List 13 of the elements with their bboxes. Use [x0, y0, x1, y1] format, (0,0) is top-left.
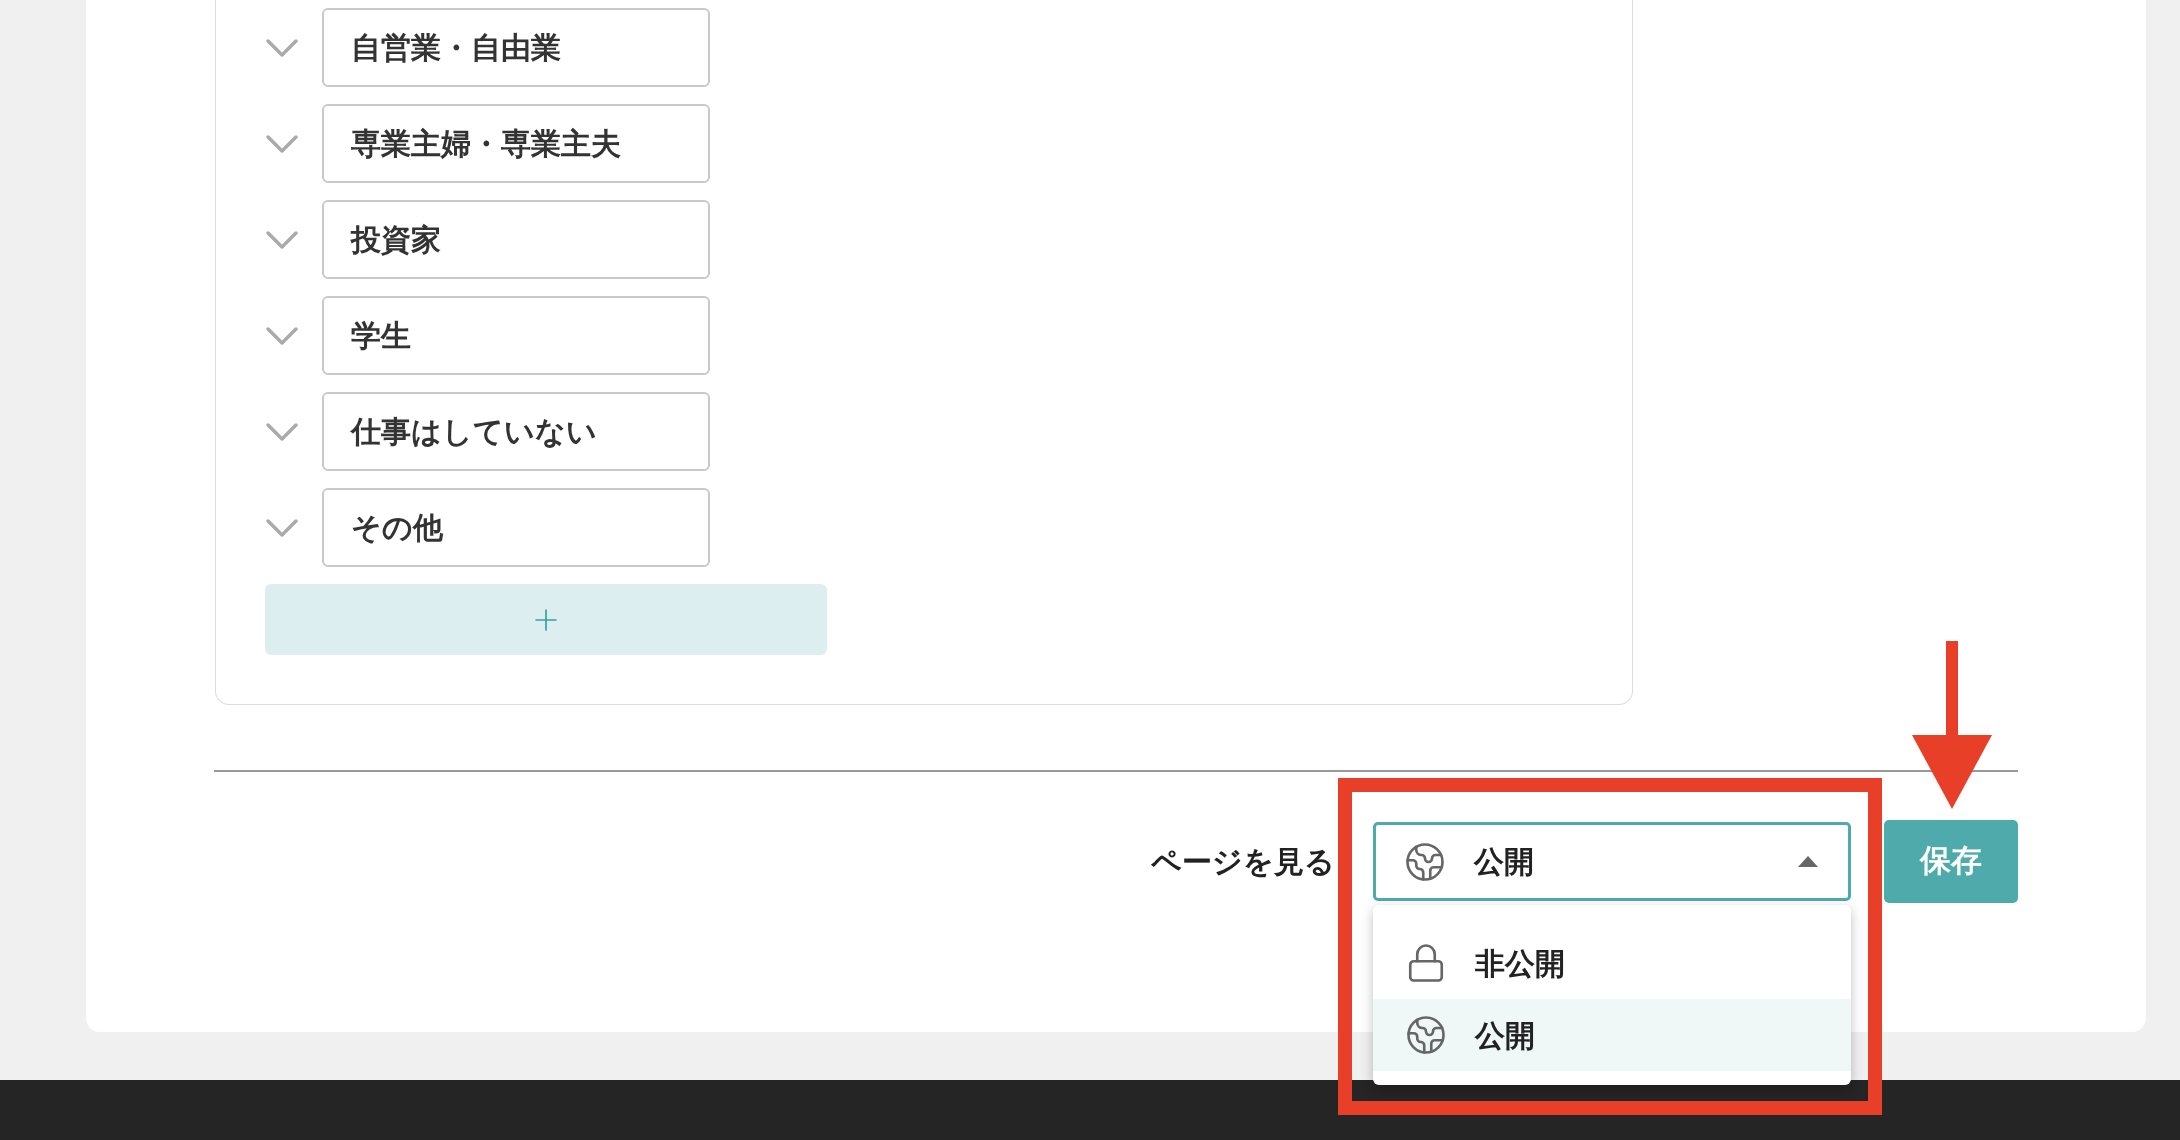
option-input-field[interactable]: 専業主婦・専業主夫 [322, 104, 710, 183]
globe-icon [1405, 1014, 1447, 1056]
globe-icon [1404, 840, 1446, 883]
visibility-select[interactable]: 公開 [1373, 822, 1851, 901]
select-value: 公開 [1474, 844, 1534, 880]
view-page-link[interactable]: ページを見る [1151, 839, 1335, 884]
option-input-field[interactable]: 学生 [322, 296, 710, 375]
option-input-field[interactable]: 投資家 [322, 200, 710, 279]
option-input-field[interactable]: 自営業・自由業 [322, 8, 710, 87]
dropdown-option[interactable]: 公開 [1373, 999, 1851, 1071]
option-input-field[interactable]: その他 [322, 488, 710, 567]
option-input-field[interactable]: 仕事はしていない [322, 392, 710, 471]
dropdown-option[interactable]: 非公開 [1373, 927, 1851, 999]
